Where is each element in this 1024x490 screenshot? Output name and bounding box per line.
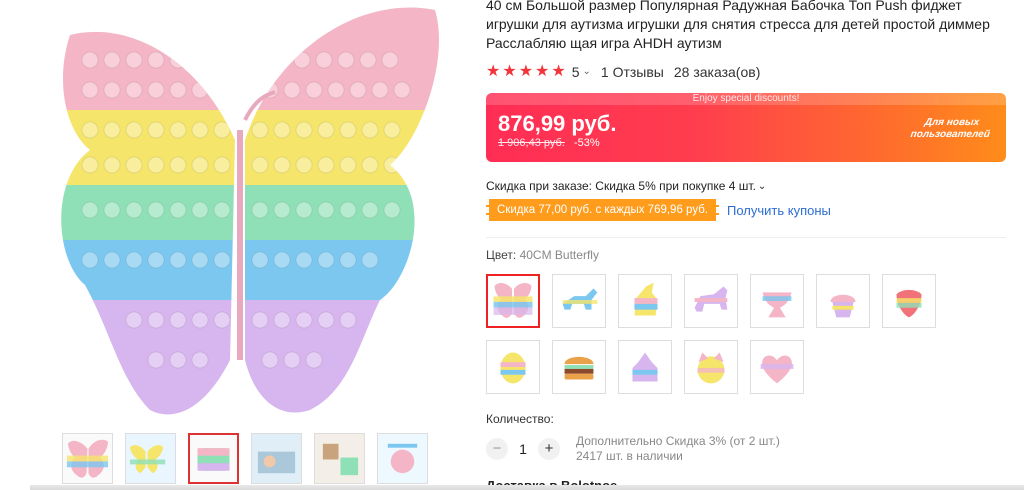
quantity-stepper: − 1 + Дополнительно Скидка 3% (от 2 шт.)…	[486, 434, 1016, 464]
swatch-egg[interactable]	[486, 340, 540, 394]
get-coupons-link[interactable]: Получить купоны	[727, 203, 831, 218]
quantity-input[interactable]: 1	[508, 441, 538, 457]
product-main-image[interactable]	[30, 0, 455, 420]
coupon-row: Скидка 77,00 руб. с каждых 769,96 руб. П…	[486, 199, 1016, 221]
bottom-edge	[30, 485, 1024, 490]
thumbnail-1[interactable]	[62, 433, 113, 484]
stock-text: 2417 шт. в наличии	[576, 449, 683, 463]
thumbnail-4[interactable]	[251, 433, 302, 484]
swatch-heart[interactable]	[750, 340, 804, 394]
swatch-cat-face[interactable]	[684, 340, 738, 394]
orders-count: 28 заказа(ов)	[673, 64, 761, 80]
reviews-count[interactable]: 1 Отзывы	[601, 64, 664, 80]
product-title: 40 см Большой размер Популярная Радужная…	[486, 0, 990, 51]
swatch-cupcake[interactable]	[816, 274, 870, 328]
swatch-strawberry[interactable]	[882, 274, 936, 328]
swatch-unicorn-head[interactable]	[618, 274, 672, 328]
old-price-row: 1 906,43 руб. -53%	[498, 137, 600, 149]
color-swatches	[486, 274, 1016, 394]
discount-percent: -53%	[573, 137, 600, 149]
color-label-row: Цвет: 40CM Butterfly	[486, 248, 1016, 262]
star-icon: ★	[551, 63, 566, 80]
star-icon: ★	[535, 63, 550, 80]
extra-discount-text: Дополнительно Скидка 3% (от 2 шт.)	[576, 434, 780, 448]
star-icon: ★	[486, 63, 501, 80]
order-discount[interactable]: Скидка при заказе: Скидка 5% при покупке…	[486, 179, 1016, 193]
divider	[486, 237, 1006, 238]
swatch-butterfly[interactable]	[486, 274, 540, 328]
quantity-info: Дополнительно Скидка 3% (от 2 шт.) 2417 …	[576, 434, 780, 464]
butterfly-image	[61, 7, 439, 415]
chevron-down-icon[interactable]: ⌄	[758, 181, 766, 192]
star-icon: ★	[502, 63, 517, 80]
color-value: 40CM Butterfly	[519, 248, 599, 262]
quantity-label: Количество:	[486, 412, 554, 426]
discount-banner: Enjoy special discounts!	[486, 93, 1006, 105]
rating-value[interactable]: 5	[572, 64, 580, 80]
old-price: 1 906,43 руб.	[498, 137, 565, 149]
swatch-castle[interactable]	[618, 340, 672, 394]
quantity-decrease-button[interactable]: −	[486, 438, 508, 460]
new-users-badge: Для новых пользователей	[909, 117, 991, 140]
order-discount-text: Скидка при заказе: Скидка 5% при покупке…	[486, 179, 756, 193]
chevron-down-icon[interactable]: ⌄	[583, 66, 591, 77]
rating-row: ★ ★ ★ ★ ★ 5 ⌄ 1 Отзывы 28 заказа(ов)	[486, 63, 1016, 81]
thumbnail-strip	[62, 433, 428, 484]
swatch-mermaid-tail[interactable]	[750, 274, 804, 328]
swatch-unicorn[interactable]	[684, 274, 738, 328]
product-info-panel: 40 см Большой размер Популярная Радужная…	[486, 0, 1016, 490]
current-price: 876,99 руб.	[498, 111, 617, 136]
star-rating[interactable]: ★ ★ ★ ★ ★	[486, 64, 566, 80]
thumbnail-5[interactable]	[314, 433, 365, 484]
swatch-burger[interactable]	[552, 340, 606, 394]
price-box: Enjoy special discounts! 876,99 руб. 1 9…	[486, 93, 1006, 162]
color-label: Цвет:	[486, 248, 517, 262]
star-icon: ★	[518, 63, 534, 80]
swatch-dinosaur[interactable]	[552, 274, 606, 328]
thumbnail-2[interactable]	[125, 433, 176, 484]
quantity-increase-button[interactable]: +	[538, 438, 560, 460]
coupon-tag: Скидка 77,00 руб. с каждых 769,96 руб.	[486, 199, 719, 221]
thumbnail-6[interactable]	[377, 433, 428, 484]
thumbnail-3[interactable]	[188, 433, 239, 484]
